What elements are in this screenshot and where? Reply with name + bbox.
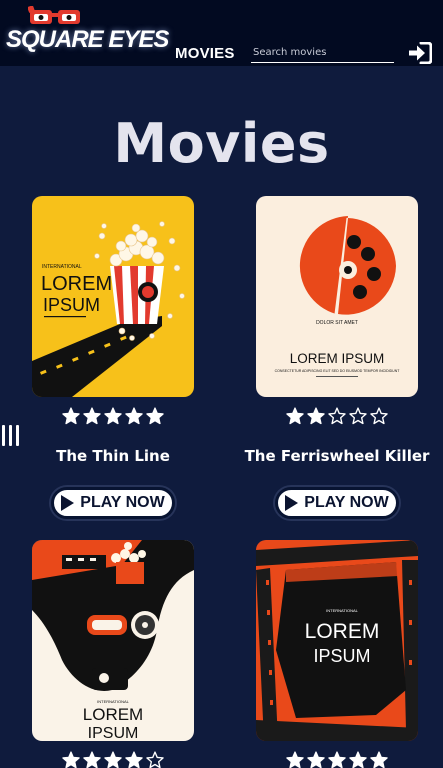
play-now-button[interactable]: PLAY NOW: [275, 487, 399, 519]
star-filled-icon: [62, 407, 80, 425]
star-filled-icon: [307, 751, 325, 768]
star-filled-icon: [286, 751, 304, 768]
poster-top-text: INTERNATIONAL: [42, 264, 82, 270]
star-empty-icon: [370, 407, 388, 425]
star-filled-icon: [83, 751, 101, 768]
star-filled-icon: [146, 407, 164, 425]
star-filled-icon: [83, 407, 101, 425]
3d-glasses-icon: [28, 6, 80, 24]
play-now-label: PLAY NOW: [80, 494, 165, 511]
logo-text: SQUARE EYES: [6, 26, 169, 53]
sign-in-icon[interactable]: [408, 42, 432, 64]
star-empty-icon: [328, 407, 346, 425]
poster-line1: LOREM: [83, 705, 143, 724]
menu-bar: [9, 425, 12, 446]
poster-line1: LOREM: [41, 273, 112, 295]
star-filled-icon: [370, 751, 388, 768]
vertical-bars-menu-icon[interactable]: [2, 425, 24, 447]
poster-line2: IPSUM: [43, 295, 100, 315]
movie-title: The Thin Line: [56, 447, 170, 465]
poster-top-text: INTERNATIONAL: [97, 699, 129, 704]
movie-poster[interactable]: INTERNATIONAL LOREM IPSUM: [256, 540, 418, 741]
menu-bar: [2, 425, 5, 446]
site-header: SQUARE EYES MOVIES: [0, 0, 443, 66]
movie-poster[interactable]: INTERNATIONAL LOREM IPSUM: [32, 540, 194, 741]
star-filled-icon: [328, 751, 346, 768]
play-now-label: PLAY NOW: [304, 494, 389, 511]
menu-bar: [16, 425, 19, 446]
star-filled-icon: [125, 407, 143, 425]
play-now-button[interactable]: PLAY NOW: [51, 487, 175, 519]
square-eyes-logo[interactable]: SQUARE EYES: [6, 6, 169, 58]
star-filled-icon: [62, 751, 80, 768]
star-rating: [32, 751, 194, 768]
star-empty-icon: [146, 751, 164, 768]
star-filled-icon: [104, 751, 122, 768]
star-rating: [256, 407, 418, 427]
play-icon: [61, 495, 75, 511]
star-rating: [32, 407, 194, 427]
poster-top-text: DOLOR SIT AMET: [316, 320, 358, 326]
star-filled-icon: [125, 751, 143, 768]
poster-line1: LOREM: [305, 620, 380, 643]
play-icon: [285, 495, 299, 511]
movie-poster[interactable]: DOLOR SIT AMET LOREM IPSUM CONSECTETUR A…: [256, 196, 418, 397]
search-input[interactable]: [251, 43, 394, 63]
movie-title: The Ferriswheel Killer: [244, 447, 430, 465]
poster-line2: IPSUM: [313, 646, 370, 666]
movie-poster[interactable]: INTERNATIONAL LOREM IPSUM: [32, 196, 194, 397]
star-filled-icon: [286, 407, 304, 425]
poster-line2: IPSUM: [88, 725, 139, 741]
page-title: Movies: [113, 112, 330, 175]
star-empty-icon: [349, 407, 367, 425]
nav-movies-link[interactable]: MOVIES: [175, 45, 235, 62]
poster-top-text: INTERNATIONAL: [326, 608, 358, 613]
search-box: [251, 40, 394, 63]
star-filled-icon: [349, 751, 367, 768]
poster-fine-print: CONSECTETUR ADIPISCING ELIT SED DO EIUSM…: [275, 369, 401, 373]
poster-line1: LOREM IPSUM: [290, 351, 385, 366]
star-filled-icon: [307, 407, 325, 425]
star-rating: [256, 751, 418, 768]
star-filled-icon: [104, 407, 122, 425]
